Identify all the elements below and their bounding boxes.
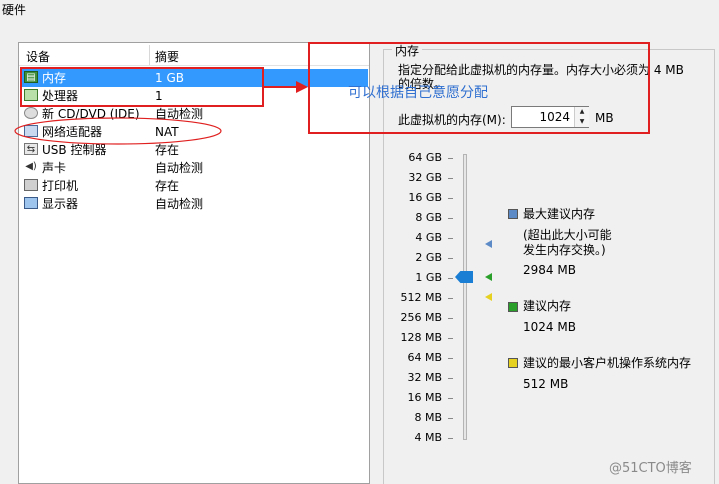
annotation-ellipse: [14, 117, 222, 145]
watermark-text: @51CTO博客: [609, 461, 692, 476]
annotation-drawings: [14, 81, 308, 145]
annotation-arrow-head: [296, 81, 308, 93]
annotation-text: 可以根据自己意愿分配: [348, 85, 488, 101]
